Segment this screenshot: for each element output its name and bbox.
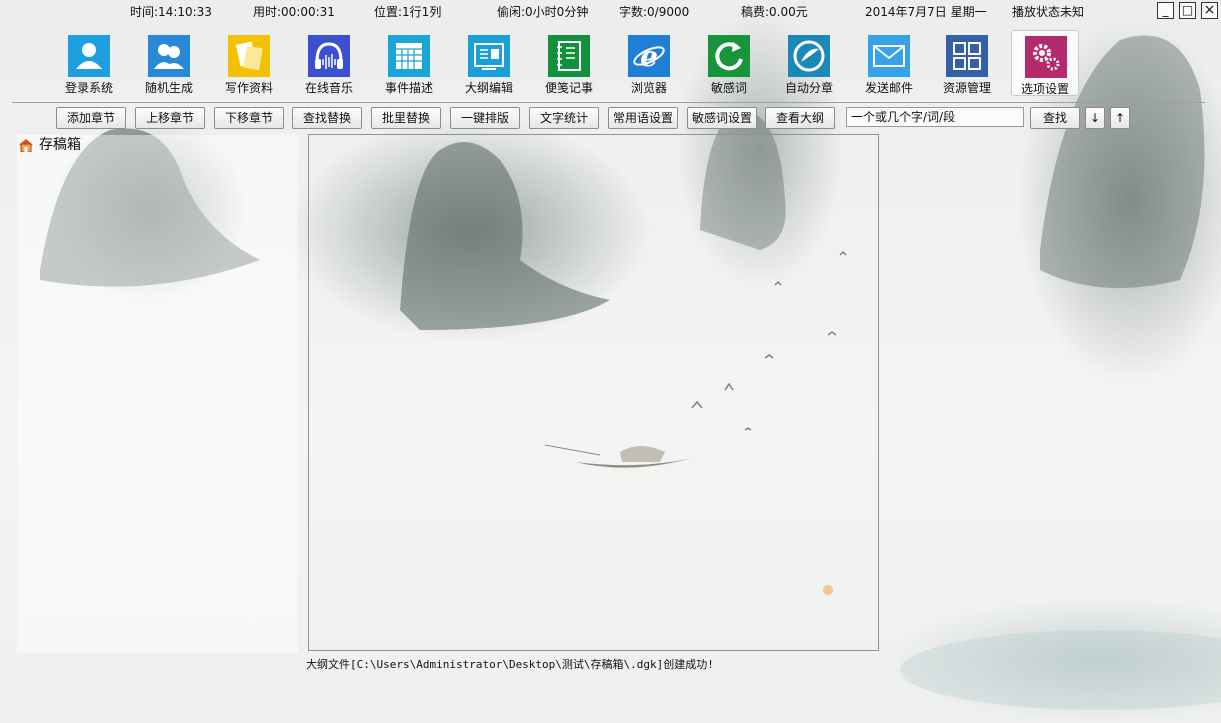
toolbar-label: 选项设置 — [1020, 82, 1069, 96]
status-playback: 播放状态未知 — [1012, 5, 1085, 19]
view-outline-button[interactable]: 查看大纲 — [765, 107, 835, 129]
close-button[interactable]: × — [1201, 2, 1218, 19]
refresh-icon — [708, 35, 750, 77]
toolbar-label: 随机生成 — [144, 81, 193, 95]
sensitive-word-settings-button[interactable]: 敏感词设置 — [687, 107, 757, 129]
headphones-icon — [308, 35, 350, 77]
toolbar-label: 在线音乐 — [304, 81, 353, 95]
auto-format-button[interactable]: 一键排版 — [450, 107, 520, 129]
toolbar-materials[interactable]: 写作资料 — [215, 30, 283, 96]
search-next-button[interactable]: ↓ — [1085, 107, 1105, 129]
grid-icon — [946, 35, 988, 77]
status-date: 2014年7月7日 星期一 — [865, 5, 987, 19]
move-up-chapter-button[interactable]: 上移章节 — [135, 107, 205, 129]
notebook-icon — [548, 35, 590, 77]
users-icon — [148, 35, 190, 77]
status-position: 位置:1行1列 — [374, 5, 442, 19]
status-time: 时间:14:10:33 — [130, 5, 212, 19]
browser-icon: e — [628, 35, 670, 77]
toolbar-label: 发送邮件 — [864, 81, 913, 95]
toolbar-mail[interactable]: 发送邮件 — [855, 30, 923, 96]
find-replace-button[interactable]: 查找替换 — [292, 107, 362, 129]
documents-icon — [228, 35, 270, 77]
status-elapsed: 用时:00:00:31 — [253, 5, 335, 19]
maximize-button[interactable]: □ — [1179, 2, 1196, 19]
word-stats-button[interactable]: 文字统计 — [529, 107, 599, 129]
toolbar-browser[interactable]: e 浏览器 — [615, 30, 683, 96]
toolbar-label: 资源管理 — [942, 81, 991, 95]
toolbar-notes[interactable]: 便笺记事 — [535, 30, 603, 96]
status-idle: 偷闲:0小时0分钟 — [497, 5, 589, 19]
toolbar-label: 登录系统 — [64, 81, 113, 95]
toolbar-resources[interactable]: 资源管理 — [933, 30, 1001, 96]
toolbar-login[interactable]: 登录系统 — [55, 30, 123, 96]
status-fee: 稿费:0.00元 — [741, 5, 808, 19]
toolbar-label: 敏感词 — [710, 81, 747, 95]
search-button[interactable]: 查找 — [1030, 107, 1080, 129]
toolbar-outline[interactable]: 大纲编辑 — [455, 30, 523, 96]
toolbar-autosplit[interactable]: 自动分章 — [775, 30, 843, 96]
search-input[interactable]: 一个或几个字/词/段 — [846, 107, 1024, 127]
status-message: 大纲文件[C:\Users\Administrator\Desktop\测试\存… — [306, 658, 714, 671]
gears-icon — [1025, 36, 1067, 78]
toolbar-music[interactable]: 在线音乐 — [295, 30, 363, 96]
toolbar-options[interactable]: 选项设置 — [1011, 30, 1079, 96]
tree-root-label: 存稿箱 — [39, 137, 81, 153]
split-icon — [788, 35, 830, 77]
toolbar-sensitive[interactable]: 敏感词 — [695, 30, 763, 96]
toolbar-random[interactable]: 随机生成 — [135, 30, 203, 96]
outline-icon — [468, 35, 510, 77]
toolbar-label: 事件描述 — [384, 81, 433, 95]
text-editor[interactable] — [308, 134, 879, 651]
minimize-button[interactable]: _ — [1157, 2, 1174, 19]
toolbar-label: 便笺记事 — [544, 81, 593, 95]
status-wordcount: 字数:0/9000 — [619, 5, 690, 19]
toolbar-label: 写作资料 — [224, 81, 273, 95]
home-folder-icon — [19, 139, 33, 152]
chapter-tree[interactable]: 存稿箱 — [17, 135, 298, 653]
calendar-icon — [388, 35, 430, 77]
toolbar-label: 自动分章 — [784, 81, 833, 95]
search-prev-button[interactable]: ↑ — [1110, 107, 1130, 129]
mail-icon — [868, 35, 910, 77]
phrase-settings-button[interactable]: 常用语设置 — [608, 107, 678, 129]
toolbar-divider — [12, 102, 1205, 103]
move-down-chapter-button[interactable]: 下移章节 — [214, 107, 284, 129]
user-icon — [68, 35, 110, 77]
add-chapter-button[interactable]: 添加章节 — [56, 107, 126, 129]
toolbar-label: 大纲编辑 — [464, 81, 513, 95]
toolbar-events[interactable]: 事件描述 — [375, 30, 443, 96]
toolbar-label: 浏览器 — [630, 81, 667, 95]
svg-text:e: e — [640, 40, 658, 73]
batch-replace-button[interactable]: 批里替换 — [371, 107, 441, 129]
